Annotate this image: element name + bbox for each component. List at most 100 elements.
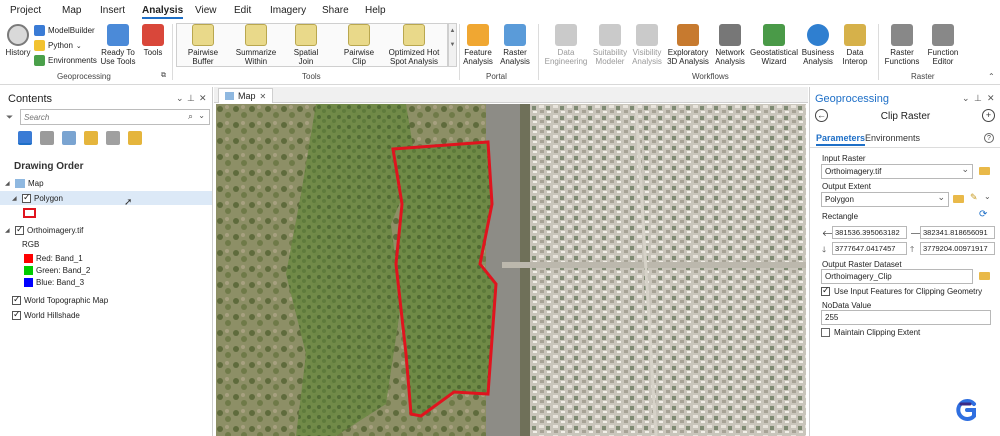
use-input-features-row[interactable]: Use Input Features for Clipping Geometry xyxy=(821,285,982,296)
raster-functions-icon xyxy=(891,24,913,46)
bottom-coordinate[interactable]: 3777647.0417457 xyxy=(832,242,907,255)
input-raster-field[interactable]: Orthoimagery.tif xyxy=(821,164,973,179)
visibility-analysis-button[interactable]: Visibility Analysis xyxy=(631,24,663,66)
refresh-icon[interactable]: ⟳ xyxy=(979,209,987,220)
pin-icon[interactable]: ⊥ xyxy=(974,93,982,104)
editing-icon[interactable] xyxy=(84,131,98,145)
data-interop-button[interactable]: Data Interop xyxy=(838,24,872,66)
environments-button[interactable]: Environments xyxy=(34,55,97,66)
sketch-extent-icon[interactable]: ✎ xyxy=(970,192,978,203)
data-engineering-button[interactable]: Data Engineering xyxy=(544,24,588,66)
pin-icon[interactable]: ⊥ xyxy=(187,93,195,104)
tab-environments[interactable]: Environments xyxy=(865,133,920,143)
chevron-down-icon[interactable]: ⌄ xyxy=(984,192,991,201)
selection-icon[interactable] xyxy=(62,131,76,145)
data-source-icon[interactable] xyxy=(40,131,54,145)
gallery-scroll[interactable]: ▲ ▼ xyxy=(448,23,457,67)
help-icon[interactable]: ? xyxy=(984,133,994,143)
exploratory-3d-button[interactable]: Exploratory 3D Analysis xyxy=(665,24,711,66)
business-analysis-button[interactable]: Business Analysis xyxy=(801,24,835,66)
tree-item-hillshade[interactable]: World Hillshade xyxy=(12,309,80,320)
polygon-visibility-checkbox[interactable] xyxy=(22,192,31,203)
use-input-features-checkbox[interactable] xyxy=(821,285,830,296)
add-icon[interactable]: + xyxy=(982,109,995,122)
tools-button[interactable]: Tools xyxy=(140,24,166,57)
python-icon xyxy=(34,40,45,51)
tab-map[interactable]: Map ✕ xyxy=(218,88,274,103)
chevron-down-icon[interactable]: ⌄ xyxy=(198,111,205,120)
history-button[interactable]: History xyxy=(4,24,32,57)
network-analysis-button[interactable]: Network Analysis xyxy=(713,24,747,66)
tab-divider xyxy=(810,147,1000,148)
tree-item-topographic[interactable]: World Topographic Map xyxy=(12,294,108,305)
menu-share[interactable]: Share xyxy=(322,5,349,16)
expand-icon[interactable]: ◢ xyxy=(12,195,19,202)
raster-functions-button[interactable]: Raster Functions xyxy=(882,24,922,66)
folder-icon[interactable] xyxy=(953,195,964,203)
search-input[interactable] xyxy=(21,110,171,124)
band-green[interactable]: Green: Band_2 xyxy=(24,266,90,275)
left-coordinate[interactable]: 381536.395063182 xyxy=(832,226,907,239)
optimized-hot-spot-button[interactable]: Optimized Hot Spot Analysis xyxy=(386,24,442,66)
tree-item-polygon[interactable]: ◢ Polygon xyxy=(12,192,63,203)
menu-analysis[interactable]: Analysis xyxy=(142,5,184,19)
menu-project[interactable]: Project xyxy=(10,5,41,16)
pane-options-icon[interactable]: ⌄ xyxy=(176,93,184,104)
topographic-visibility-checkbox[interactable] xyxy=(12,294,21,305)
collapse-ribbon-icon[interactable]: ⌃ xyxy=(988,72,995,81)
spatial-join-button[interactable]: Spatial Join xyxy=(286,24,326,66)
map-view[interactable] xyxy=(216,104,806,436)
filter-icon[interactable]: ⏷ xyxy=(6,112,13,123)
geostatistical-wizard-button[interactable]: Geostatistical Wizard xyxy=(749,24,799,66)
snapping-icon[interactable] xyxy=(106,131,120,145)
nodata-field[interactable]: 255 xyxy=(821,310,991,325)
folder-icon[interactable] xyxy=(979,272,990,280)
raster-analysis-button[interactable]: Raster Analysis xyxy=(498,24,532,66)
menu-help[interactable]: Help xyxy=(365,5,386,16)
group-separator xyxy=(172,24,173,80)
ready-to-use-tools-button[interactable]: Ready To Use Tools xyxy=(97,24,139,66)
map-canvas xyxy=(216,104,806,436)
expand-icon[interactable]: ◢ xyxy=(5,180,12,187)
polygon-symbol[interactable] xyxy=(23,208,36,218)
right-coordinate[interactable]: 382341.818656091 xyxy=(920,226,995,239)
summarize-within-button[interactable]: Summarize Within xyxy=(230,24,282,66)
band-blue[interactable]: Blue: Band_3 xyxy=(24,278,84,287)
map-tab-bar: Map ✕ xyxy=(214,87,808,103)
suitability-modeler-button[interactable]: Suitability Modeler xyxy=(590,24,630,66)
contents-pane: Contents ⌄ ⊥ ✕ ⏷ ⌕ ⌄ Drawing Order ◢ Map… xyxy=(0,87,213,436)
hillshade-visibility-checkbox[interactable] xyxy=(12,309,21,320)
menu-view[interactable]: View xyxy=(195,5,217,16)
drawing-order-icon[interactable] xyxy=(18,131,32,145)
menu-map[interactable]: Map xyxy=(62,5,81,16)
python-button[interactable]: Python ⌄ xyxy=(34,40,82,51)
output-dataset-field[interactable]: Orthoimagery_Clip xyxy=(821,269,973,284)
search-icon[interactable]: ⌕ xyxy=(188,111,193,122)
feature-analysis-button[interactable]: Feature Analysis xyxy=(461,24,495,66)
tab-parameters[interactable]: Parameters xyxy=(816,133,866,146)
expand-icon[interactable]: ◢ xyxy=(5,227,12,234)
pairwise-buffer-button[interactable]: Pairwise Buffer xyxy=(180,24,226,66)
band-red[interactable]: Red: Band_1 xyxy=(24,254,83,263)
pane-options-icon[interactable]: ⌄ xyxy=(962,93,970,104)
modelbuilder-button[interactable]: ModelBuilder xyxy=(34,25,95,36)
top-coordinate[interactable]: 3779204.00971917 xyxy=(920,242,995,255)
menu-edit[interactable]: Edit xyxy=(234,5,251,16)
folder-icon[interactable] xyxy=(979,167,990,175)
orthoimagery-visibility-checkbox[interactable] xyxy=(15,224,24,235)
menu-insert[interactable]: Insert xyxy=(100,5,125,16)
output-dataset-label: Output Raster Dataset xyxy=(822,260,902,269)
maintain-extent-checkbox[interactable] xyxy=(821,328,830,337)
close-icon[interactable]: ✕ xyxy=(260,92,267,101)
tree-item-orthoimagery[interactable]: ◢ Orthoimagery.tif xyxy=(5,224,83,235)
menu-imagery[interactable]: Imagery xyxy=(270,5,306,16)
labeling-icon[interactable] xyxy=(128,131,142,145)
function-editor-button[interactable]: Function Editor xyxy=(924,24,962,66)
close-icon[interactable]: ✕ xyxy=(987,93,995,104)
maintain-extent-row[interactable]: Maintain Clipping Extent xyxy=(821,328,920,337)
output-extent-field[interactable]: Polygon xyxy=(821,192,949,207)
tree-item-map[interactable]: ◢ Map xyxy=(5,179,44,188)
pairwise-clip-button[interactable]: Pairwise Clip xyxy=(338,24,380,66)
dialog-launcher-icon[interactable]: ⧉ xyxy=(161,72,166,80)
close-icon[interactable]: ✕ xyxy=(199,93,207,104)
